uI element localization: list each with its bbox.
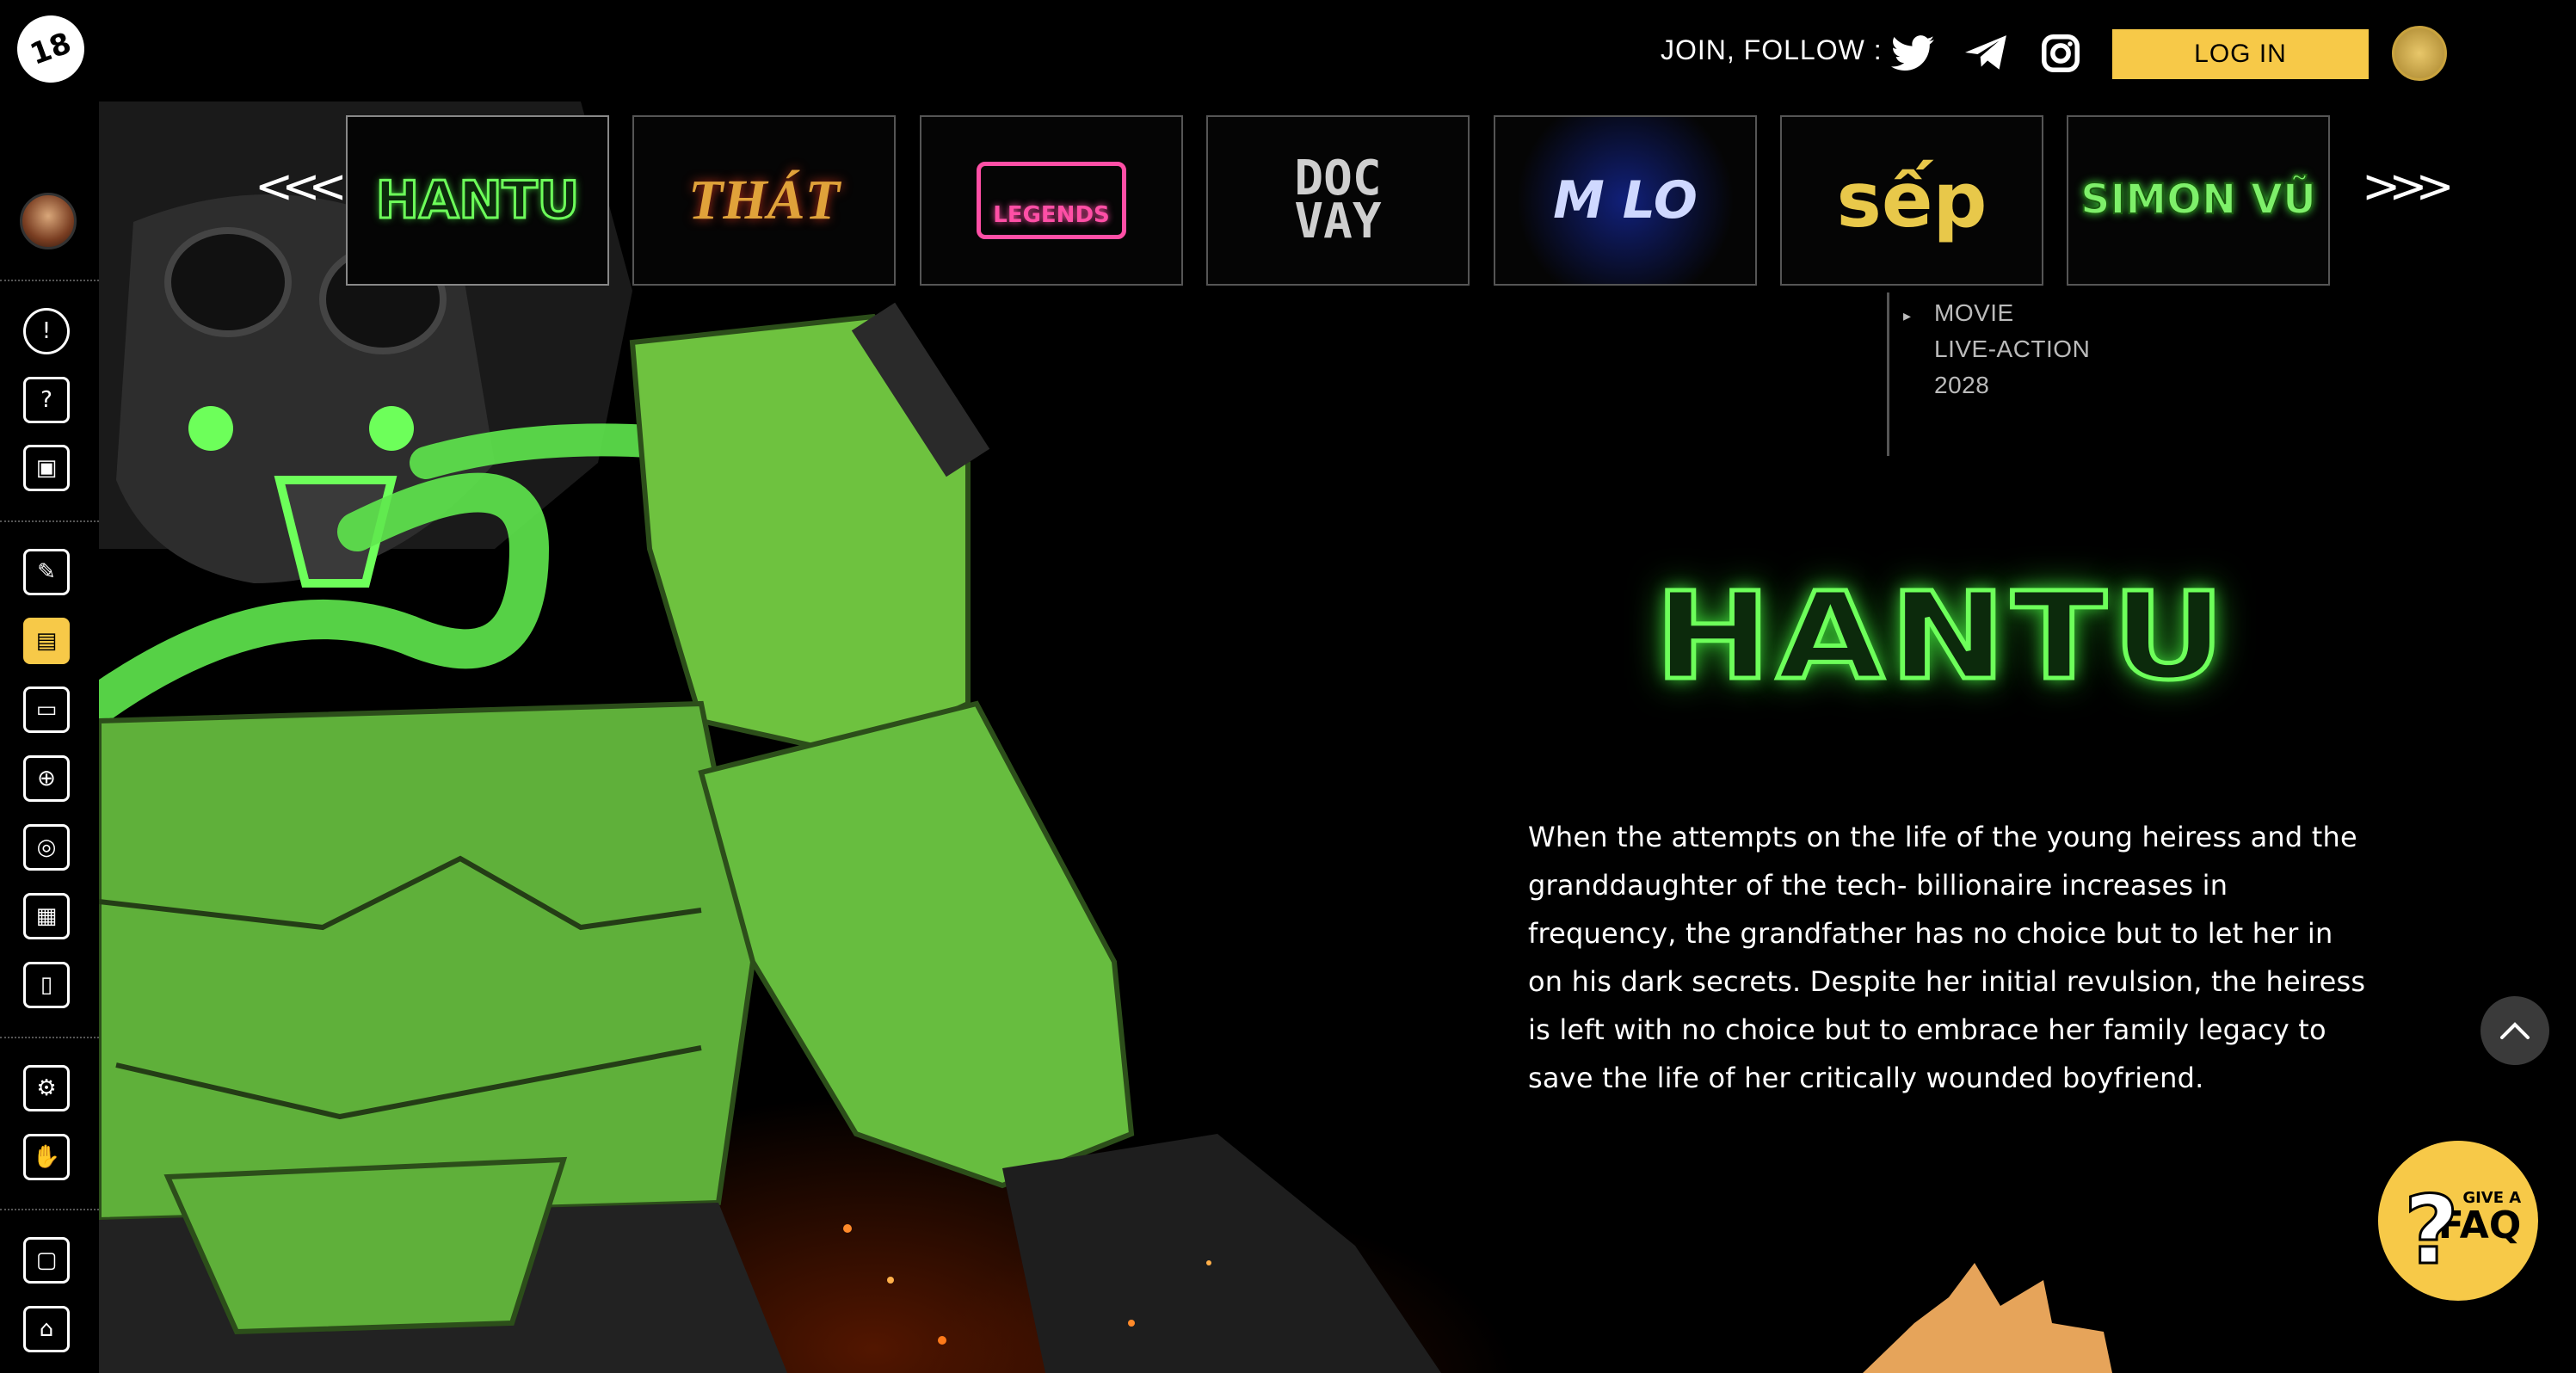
left-sidebar: 18 ! ? ▣ ✎ ▤ ▭ ⊕ ◎ ▦ ▯ ⚙ ✋ ▢ ⌂ bbox=[0, 0, 99, 1373]
carousel-item[interactable]: M LO bbox=[1494, 115, 1757, 286]
question-icon[interactable]: ? bbox=[23, 377, 70, 423]
video-icon[interactable]: ▭ bbox=[23, 686, 70, 733]
gamepad-icon[interactable]: ⊕ bbox=[23, 755, 70, 802]
home-icon[interactable]: ⌂ bbox=[23, 1306, 70, 1352]
carousel-item[interactable]: DOC VAY bbox=[1206, 115, 1470, 286]
carousel-item[interactable]: sếp bbox=[1780, 115, 2043, 286]
title-logo: HANTU bbox=[1653, 564, 2228, 709]
meta-divider bbox=[1887, 292, 1889, 456]
sidebar-divider bbox=[0, 520, 99, 522]
hero-character-image bbox=[99, 102, 2576, 1373]
faq-button[interactable]: ? GIVE A FAQ bbox=[2378, 1141, 2538, 1301]
login-button[interactable]: LOG IN bbox=[2112, 29, 2369, 79]
carousel-item-label: M LO bbox=[1553, 170, 1698, 231]
sidebar-divider bbox=[0, 280, 99, 281]
carousel-item-label: DOC VAY bbox=[1294, 150, 1382, 249]
chat-icon[interactable]: ▢ bbox=[23, 1237, 70, 1284]
chevron-up-icon bbox=[2500, 1022, 2530, 1039]
carousel-item[interactable]: LEGENDS bbox=[920, 115, 1183, 286]
carousel-item-label: HANTU bbox=[374, 170, 581, 231]
handshake-icon[interactable]: ✋ bbox=[23, 1134, 70, 1180]
armored-character-illustration bbox=[99, 102, 2112, 1373]
carousel-item-label: SIMON VŨ bbox=[2080, 175, 2317, 225]
meta-year: 2028 bbox=[1934, 372, 1990, 398]
clapperboard-icon[interactable]: ▤ bbox=[23, 618, 70, 664]
title-logo-text: HANTU bbox=[1653, 564, 2231, 709]
meta-type: MOVIE bbox=[1934, 299, 2014, 326]
twitter-icon[interactable] bbox=[1891, 33, 1934, 74]
exclamation-icon[interactable]: ! bbox=[23, 308, 70, 354]
book-icon[interactable]: ▯ bbox=[23, 962, 70, 1008]
scroll-to-top-button[interactable] bbox=[2480, 996, 2549, 1065]
description-text: When the attempts on the life of the you… bbox=[1528, 821, 2366, 1094]
gallery-icon[interactable]: ▦ bbox=[23, 893, 70, 939]
play-bullet-icon: ▸ bbox=[1903, 307, 1912, 325]
gear-icon[interactable]: ⚙ bbox=[23, 1065, 70, 1111]
mobile-icon[interactable]: ▣ bbox=[23, 445, 70, 491]
meta-format: LIVE-ACTION bbox=[1934, 336, 2091, 362]
carousel-next-arrow[interactable]: >>> bbox=[2362, 163, 2455, 210]
carousel-prev-arrow[interactable]: <<< bbox=[255, 163, 348, 210]
brand-logo[interactable]: 18 bbox=[8, 6, 94, 92]
instagram-icon[interactable] bbox=[2039, 33, 2082, 74]
carousel-item-label: THÁT bbox=[688, 169, 840, 232]
language-coin-icon[interactable] bbox=[2392, 26, 2447, 81]
carousel-item[interactable]: SIMON VŨ bbox=[2067, 115, 2330, 286]
user-avatar[interactable] bbox=[20, 193, 77, 249]
join-follow-label: JOIN, FOLLOW : bbox=[1661, 34, 1883, 65]
sidebar-divider bbox=[0, 1037, 99, 1038]
fingerprint-icon[interactable]: ◎ bbox=[23, 824, 70, 871]
carousel-item-label: sếp bbox=[1836, 156, 1987, 245]
carousel-item[interactable]: HANTU bbox=[346, 115, 609, 286]
carousel-item-label: LEGENDS bbox=[977, 162, 1126, 239]
telegram-icon[interactable] bbox=[1965, 33, 2008, 74]
scroll-icon[interactable]: ✎ bbox=[23, 549, 70, 595]
faq-question-mark: ? bbox=[2403, 1174, 2461, 1287]
sidebar-divider bbox=[0, 1209, 99, 1210]
carousel-item[interactable]: THÁT bbox=[632, 115, 896, 286]
